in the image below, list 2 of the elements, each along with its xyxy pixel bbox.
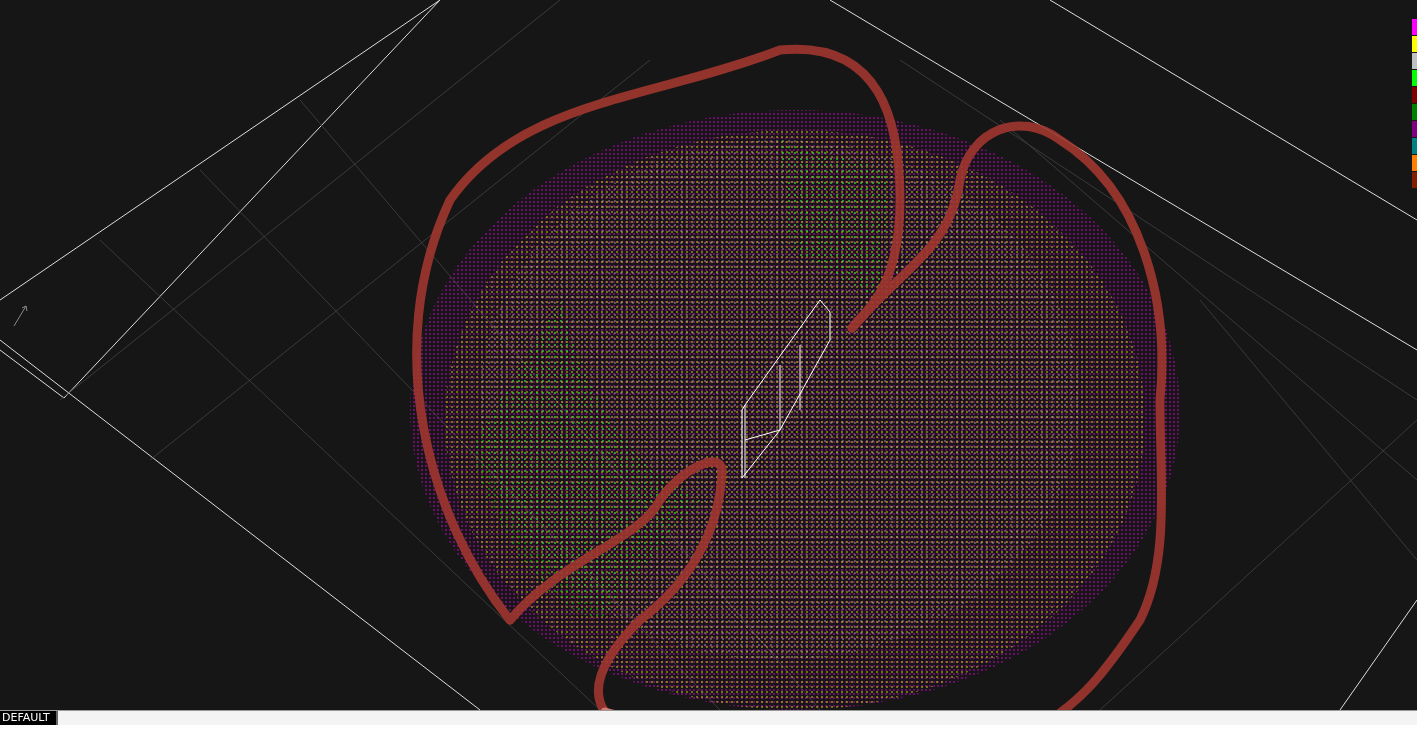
tab[interactable]: DEFAULT [0, 711, 58, 725]
axis-arrow-icon [13, 305, 28, 327]
